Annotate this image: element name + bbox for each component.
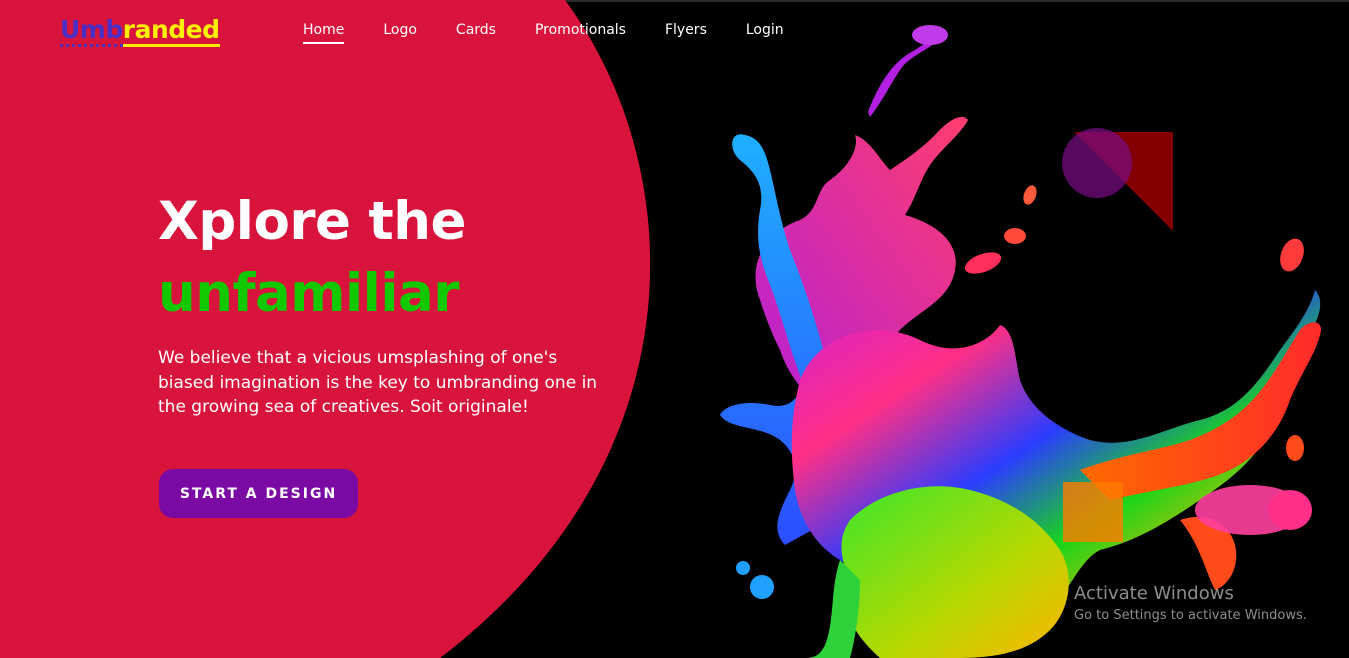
nav-flyers[interactable]: Flyers	[665, 20, 707, 44]
watermark-title: Activate Windows	[1074, 583, 1234, 604]
hero-title-line-2: unfamiliar	[158, 263, 459, 324]
main-nav: Home Logo Cards Promotionals Flyers Logi…	[303, 20, 823, 44]
nav-cards[interactable]: Cards	[456, 20, 496, 44]
brand-logo[interactable]: Umbranded	[60, 14, 220, 47]
start-design-button[interactable]: START A DESIGN	[159, 469, 358, 518]
watermark-subtitle: Go to Settings to activate Windows.	[1074, 608, 1307, 623]
nav-login[interactable]: Login	[746, 20, 784, 44]
hero-title-line-1: Xplore the	[158, 191, 466, 252]
activate-windows-watermark: Activate Windows Go to Settings to activ…	[1074, 583, 1307, 626]
hero-title: Xplore the unfamiliar	[158, 186, 466, 330]
page: Umbranded Home Logo Cards Promotionals F…	[0, 0, 1349, 658]
logo-part-1: Umb	[60, 15, 123, 47]
hero-description: We believe that a vicious umsplashing of…	[158, 348, 598, 417]
nav-logo[interactable]: Logo	[383, 20, 417, 44]
nav-promotionals[interactable]: Promotionals	[535, 20, 626, 44]
logo-part-2: randed	[122, 15, 220, 47]
paint-splash-illustration	[720, 25, 1321, 658]
nav-home[interactable]: Home	[303, 20, 345, 44]
